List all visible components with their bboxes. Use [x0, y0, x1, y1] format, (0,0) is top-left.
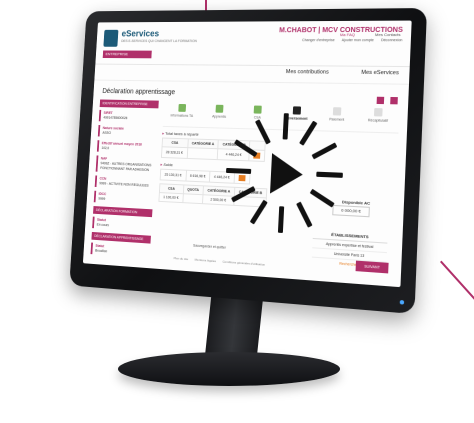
sidebar-item-ccn: CCN 9999 - ACTIVITE NON REGULEES: [94, 175, 155, 190]
monitor-stand-neck: [204, 296, 264, 358]
step-recapitulatif[interactable]: Récapitulatif: [357, 105, 400, 133]
top-links: Changer d'entreprise Ajouter mon compte …: [296, 38, 403, 42]
entreprise-tab[interactable]: ENTREPRISE: [102, 50, 152, 59]
header: eServices DES E-SERVICES QUI CHANGENT LA…: [95, 20, 412, 68]
loading-spoke: [254, 119, 271, 145]
loading-spoke: [316, 171, 343, 178]
sidebar: IDENTIFICATION ENTREPRISE SIRET 499147856…: [90, 99, 159, 259]
footer-cgu-link[interactable]: Conditions générales d'utilisation: [222, 260, 265, 267]
loading-spoke: [277, 206, 285, 234]
loading-spoke: [225, 167, 252, 174]
sidebar-item-naf: NAF 9499Z - AUTRES ORGANISATIONS FONCTION…: [95, 155, 156, 175]
faq-link[interactable]: Ma FAQ: [340, 32, 355, 37]
loading-spoke: [309, 188, 335, 208]
footer-sitemap-link[interactable]: Plan du site: [174, 256, 189, 261]
sidebar-item-idcc: IDCC 9999: [93, 190, 154, 206]
solde-categorie-a: 6 616,98 €: [185, 170, 210, 183]
loading-spoke: [231, 186, 256, 203]
step-informations[interactable]: Informations TA: [163, 101, 201, 127]
cell-categorie-a: [186, 147, 219, 160]
loading-spoke: [249, 199, 268, 225]
power-led-icon: [399, 299, 405, 305]
eservices-logo-icon[interactable]: [103, 29, 119, 47]
check-icon: [178, 103, 187, 112]
brand-name: eServices: [121, 28, 160, 39]
contacts-link[interactable]: Mes Contacts: [375, 32, 401, 37]
graduation-cap-icon: [215, 104, 224, 113]
sidebar-item-effectif: Effectif annuel moyen 2016 102,0: [96, 140, 157, 154]
change-company-link[interactable]: Changer d'entreprise: [302, 38, 335, 42]
solde-csa: 25 130,31 €: [160, 169, 187, 182]
monitor-scene: eServices DES E-SERVICES QUI CHANGENT LA…: [0, 0, 474, 423]
loading-spoke: [296, 201, 313, 228]
sidebar-item-apprentissage-status: Statut Brouillon: [90, 242, 151, 259]
loading-spoke: [299, 120, 318, 146]
sidebar-head-identification[interactable]: IDENTIFICATION ENTREPRISE: [99, 99, 159, 109]
prev-arrow-icon[interactable]: [376, 96, 384, 105]
nav-eservices[interactable]: Mes eServices: [361, 70, 399, 77]
play-icon[interactable]: [270, 153, 304, 196]
next-arrow-icon[interactable]: [390, 96, 398, 105]
loading-spoke: [233, 139, 258, 158]
brand-tagline: DES E-SERVICES QUI CHANGENT LA FORMATION: [121, 39, 197, 44]
monitor-screen: eServices DES E-SERVICES QUI CHANGENT LA…: [82, 20, 412, 288]
sidebar-head-formation[interactable]: DÉCLARATION FORMATION: [93, 206, 153, 218]
checkmark-icon: [373, 108, 383, 117]
input-quota[interactable]: [182, 193, 203, 204]
add-establishment-button[interactable]: AJOUTER UN ÉTABLISSEMENT: [154, 268, 211, 281]
add-account-link[interactable]: Ajouter mon compte: [342, 38, 374, 42]
monitor-bezel: eServices DES E-SERVICES QUI CHANGENT LA…: [69, 8, 428, 315]
input-csa[interactable]: 1 100,00 €: [158, 192, 183, 203]
loading-spoke: [311, 142, 338, 160]
monitor-stand-base: [118, 352, 340, 386]
main-nav: Mes contributions Mes eServices: [94, 64, 410, 85]
footer-links: Plan du site Mentions légales Conditions…: [174, 256, 272, 267]
sidebar-item-nature: Nature sociale ASSO: [97, 125, 158, 139]
nav-contributions[interactable]: Mes contributions: [286, 69, 329, 75]
video-play-overlay[interactable]: [222, 112, 345, 237]
sidebar-head-apprentissage[interactable]: DÉCLARATION APPRENTISSAGE: [91, 231, 151, 244]
sidebar-item-siret: SIRET 49914785600026: [98, 109, 159, 123]
footer-legal-link[interactable]: Mentions légales: [195, 258, 217, 264]
next-button[interactable]: SUIVANT: [355, 260, 389, 274]
loading-spoke: [282, 113, 289, 140]
previous-button[interactable]: PRÉCÉDENT: [88, 271, 116, 282]
cell-csa: 28 328,31 €: [161, 146, 188, 159]
sidebar-item-formation-status: Statut En cours: [92, 216, 152, 232]
logout-link[interactable]: Déconnexion: [381, 38, 403, 42]
save-and-quit-link[interactable]: Sauvegarder et quitter: [193, 243, 226, 249]
page-title: Déclaration apprentissage: [102, 88, 176, 97]
